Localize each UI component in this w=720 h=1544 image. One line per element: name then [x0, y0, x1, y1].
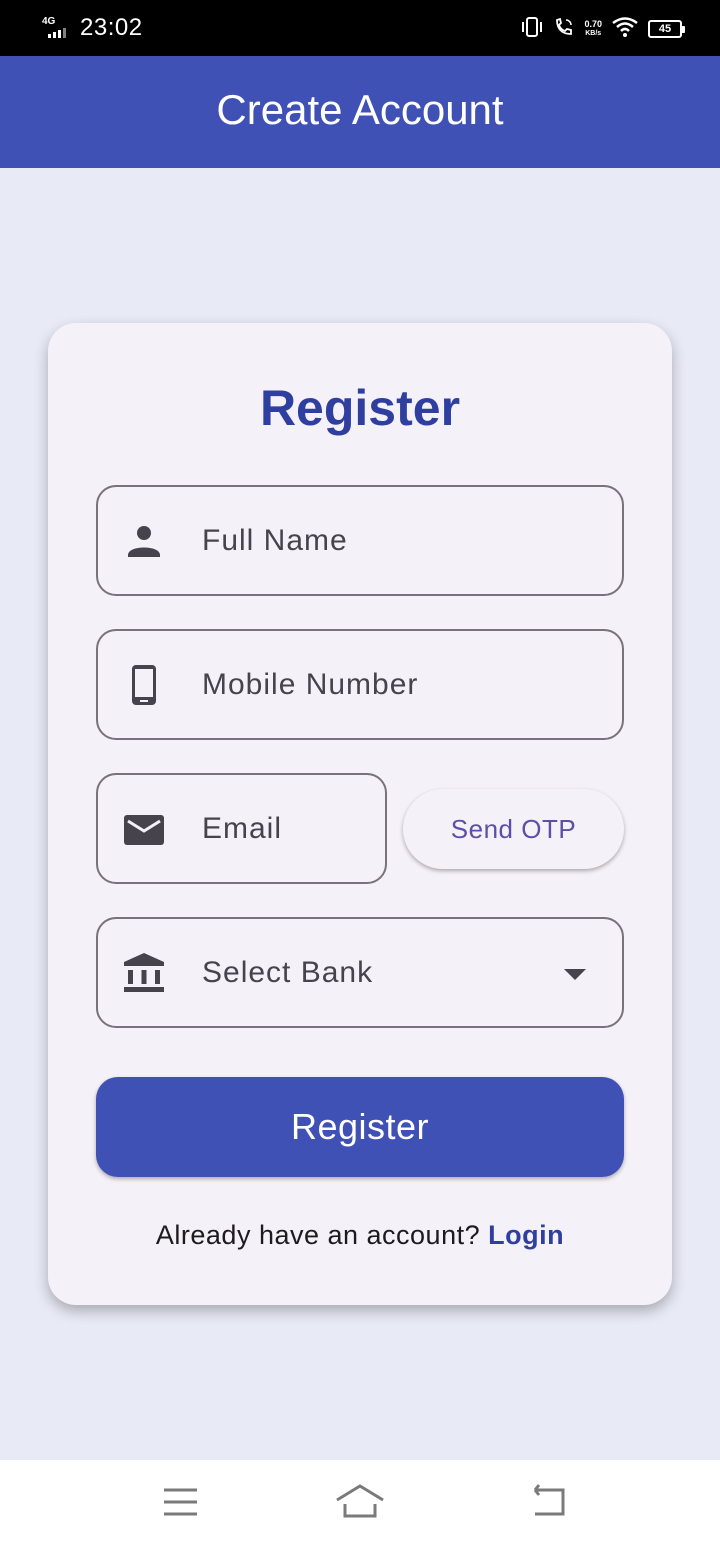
full-name-field[interactable]: Full Name [96, 485, 624, 596]
home-icon[interactable] [335, 1482, 385, 1522]
battery-icon: 45 [648, 20, 685, 38]
system-nav-bar [0, 1460, 720, 1544]
card-title: Register [259, 380, 461, 436]
mobile-number-placeholder: Mobile Number [202, 668, 419, 701]
menu-icon[interactable] [155, 1482, 205, 1522]
status-right: 0.70 KB/s 45 [520, 14, 685, 44]
speed-value: 0.70 [584, 19, 602, 29]
network-type: 4G [42, 16, 56, 27]
login-link[interactable]: Login [488, 1220, 564, 1250]
person-icon [124, 521, 164, 561]
register-card: Register Full Name Mobile Number Email S… [48, 323, 672, 1305]
signal-icon [48, 28, 66, 38]
register-button[interactable]: Register [96, 1077, 624, 1177]
phone-icon [124, 665, 164, 705]
select-bank-dropdown[interactable]: Select Bank [96, 917, 624, 1028]
speed-unit: KB/s [585, 30, 602, 37]
chevron-down-icon[interactable] [564, 969, 586, 980]
send-otp-button[interactable]: Send OTP [403, 789, 624, 869]
back-icon[interactable] [523, 1482, 573, 1522]
email-field[interactable]: Email [96, 773, 387, 884]
status-bar: 4G 23:02 0.70 KB/s 45 [0, 0, 720, 56]
login-prompt-text: Already have an account? [155, 1220, 481, 1250]
wifi-icon [612, 16, 638, 42]
network-speed: 0.70 KB/s [584, 20, 602, 38]
full-name-placeholder: Full Name [202, 524, 348, 557]
bank-icon [124, 953, 164, 993]
login-prompt: Already have an account? Login [48, 1220, 672, 1251]
wifi-call-icon [554, 17, 574, 42]
mail-icon [124, 809, 164, 849]
vibrate-icon [520, 16, 544, 43]
email-placeholder: Email [202, 812, 283, 845]
app-bar-title: Create Account [0, 56, 720, 168]
clock: 23:02 [80, 14, 143, 41]
mobile-number-field[interactable]: Mobile Number [96, 629, 624, 740]
select-bank-placeholder: Select Bank [202, 956, 374, 989]
